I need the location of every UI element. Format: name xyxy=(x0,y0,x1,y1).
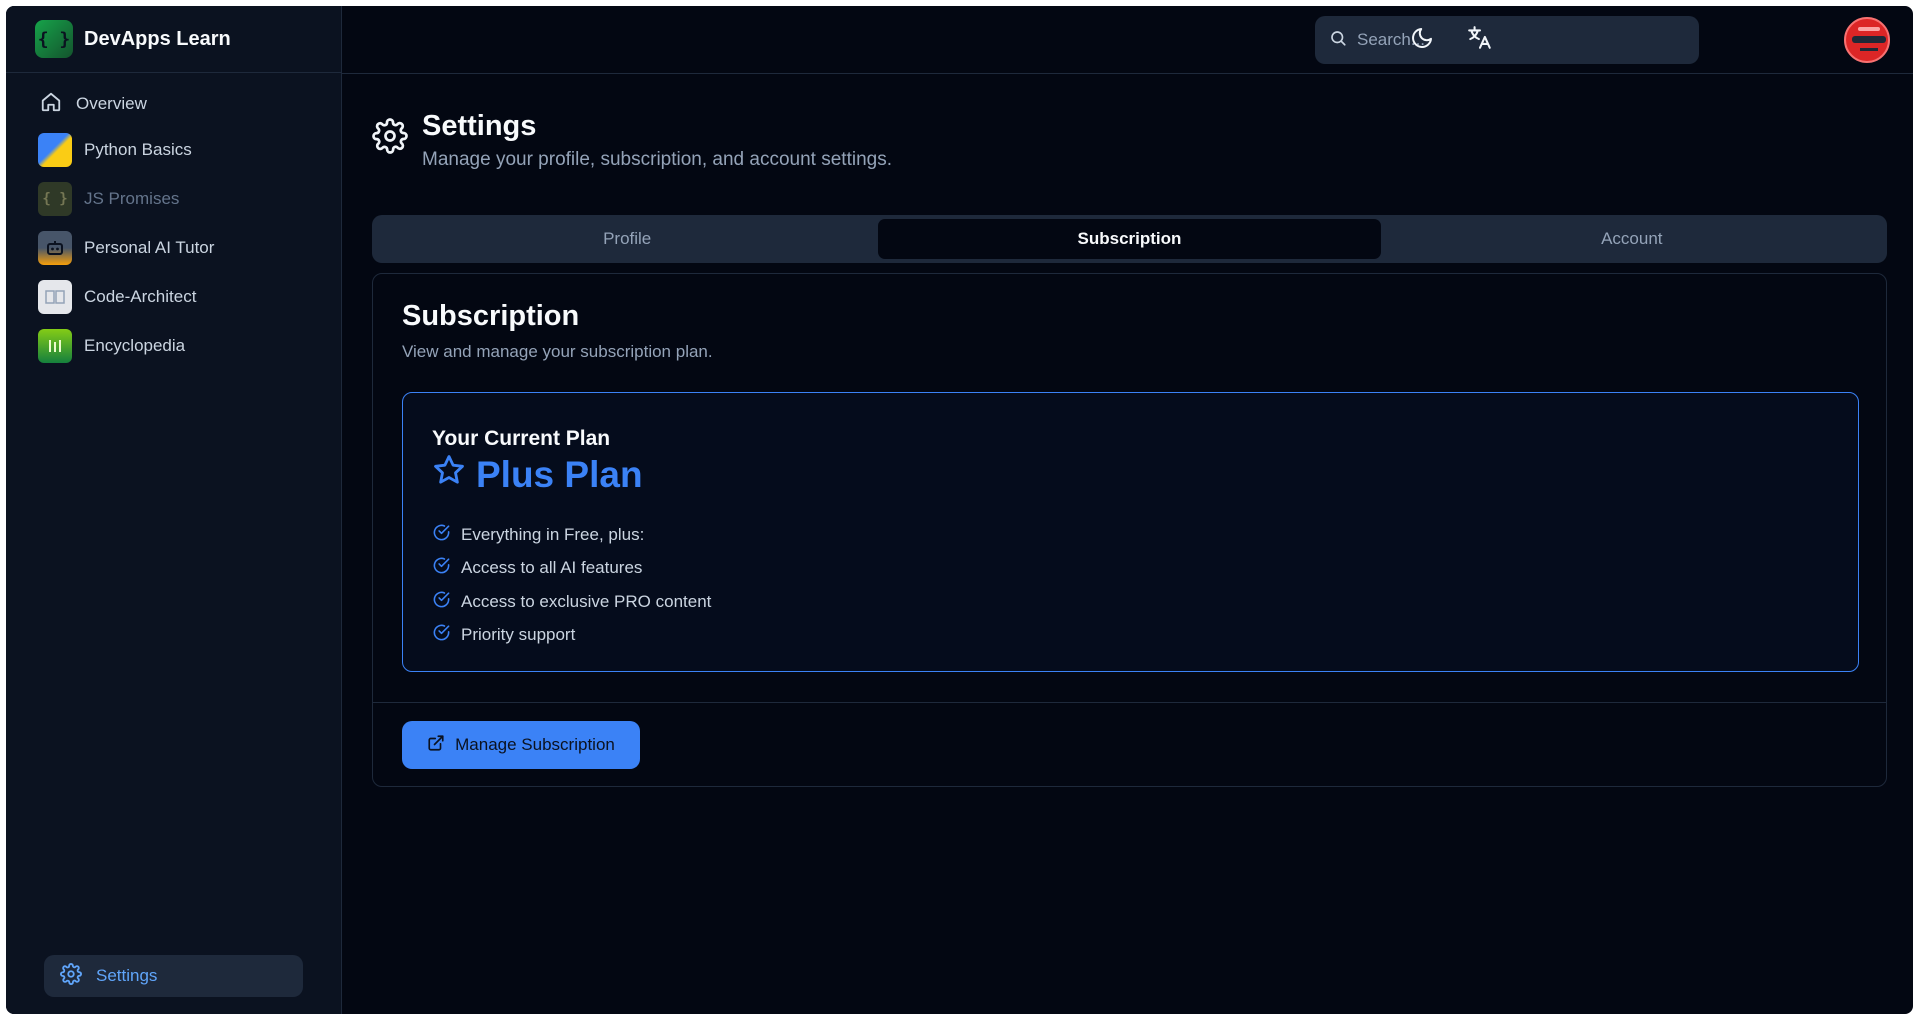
sidebar-item-overview[interactable]: Overview xyxy=(6,83,341,125)
sidebar-item-js-promises[interactable]: { } JS Promises xyxy=(6,174,341,223)
page-header-text: Settings Manage your profile, subscripti… xyxy=(422,110,892,171)
moon-icon xyxy=(1410,26,1434,55)
tab-subscription[interactable]: Subscription xyxy=(878,219,1381,259)
sidebar-item-label: Encyclopedia xyxy=(84,335,186,355)
card-title: Subscription xyxy=(402,300,580,332)
sidebar-item-personal-ai-tutor[interactable]: Personal AI Tutor xyxy=(6,223,341,272)
sidebar-item-label: Settings xyxy=(96,966,158,985)
feature-text: Priority support xyxy=(461,625,576,645)
plan-features: Everything in Free, plus: Access to all … xyxy=(432,518,711,652)
page-subtitle: Manage your profile, subscription, and a… xyxy=(422,149,892,170)
js-thumbnail: { } xyxy=(38,181,72,216)
feature-text: Access to exclusive PRO content xyxy=(461,591,712,611)
main-content: Settings Manage your profile, subscripti… xyxy=(342,74,1913,1014)
gear-icon xyxy=(60,962,82,990)
brand[interactable]: { } DevApps Learn xyxy=(6,6,341,73)
search-box[interactable] xyxy=(1315,16,1699,64)
sidebar-item-python-basics[interactable]: Python Basics xyxy=(6,125,341,174)
manage-subscription-label: Manage Subscription xyxy=(455,735,615,754)
plan-name: Plus Plan xyxy=(432,453,643,496)
check-circle-icon xyxy=(432,590,451,614)
sidebar-item-label: Python Basics xyxy=(84,139,192,159)
list-item: Access to all AI features xyxy=(432,552,711,586)
sidebar-item-label: Overview xyxy=(76,94,147,113)
sidebar: { } DevApps Learn Overview Python Basics… xyxy=(6,6,342,1014)
app-window: { } DevApps Learn Overview Python Basics… xyxy=(6,6,1913,1014)
current-plan-box: Your Current Plan Plus Plan Everything i… xyxy=(402,392,1859,672)
encyclopedia-thumbnail xyxy=(38,328,72,363)
check-circle-icon xyxy=(432,523,451,547)
search-input[interactable] xyxy=(1357,30,1677,50)
page-title: Settings xyxy=(422,110,537,142)
plan-name-text: Plus Plan xyxy=(476,453,643,495)
sidebar-nav: Overview Python Basics { } JS Promises P… xyxy=(6,73,341,370)
search-icon xyxy=(1329,29,1347,52)
code-architect-thumbnail xyxy=(38,279,72,314)
feature-text: Access to all AI features xyxy=(461,558,643,578)
manage-subscription-button[interactable]: Manage Subscription xyxy=(402,721,640,769)
list-item: Priority support xyxy=(432,619,711,653)
sidebar-item-label: Personal AI Tutor xyxy=(84,237,215,257)
list-item: Everything in Free, plus: xyxy=(432,518,711,552)
external-link-icon xyxy=(427,734,445,757)
card-description: View and manage your subscription plan. xyxy=(402,342,713,361)
avatar[interactable] xyxy=(1844,17,1890,63)
page-header: Settings Manage your profile, subscripti… xyxy=(372,110,892,171)
brand-name: DevApps Learn xyxy=(84,27,231,50)
star-icon xyxy=(432,453,466,496)
check-circle-icon xyxy=(432,556,451,580)
feature-text: Everything in Free, plus: xyxy=(461,524,645,544)
topbar xyxy=(342,6,1913,74)
settings-gear-icon xyxy=(372,118,408,171)
theme-toggle-button[interactable] xyxy=(1408,26,1436,54)
language-button[interactable] xyxy=(1466,25,1494,56)
settings-tabs: Profile Subscription Account xyxy=(372,215,1887,263)
home-icon xyxy=(40,91,62,118)
translate-icon xyxy=(1467,25,1493,56)
brand-logo: { } xyxy=(35,20,73,58)
robot-thumbnail xyxy=(38,230,72,265)
sidebar-item-label: JS Promises xyxy=(84,188,180,208)
list-item: Access to exclusive PRO content xyxy=(432,585,711,619)
current-plan-label: Your Current Plan xyxy=(432,427,611,450)
check-circle-icon xyxy=(432,623,451,647)
sidebar-item-label: Code-Architect xyxy=(84,286,197,306)
tab-account[interactable]: Account xyxy=(1381,219,1883,259)
tab-profile[interactable]: Profile xyxy=(376,219,878,259)
sidebar-item-code-architect[interactable]: Code-Architect xyxy=(6,272,341,321)
subscription-card: Subscription View and manage your subscr… xyxy=(372,273,1887,787)
card-divider xyxy=(373,702,1886,703)
python-thumbnail xyxy=(38,132,72,167)
sidebar-item-encyclopedia[interactable]: Encyclopedia xyxy=(6,321,341,370)
sidebar-item-settings[interactable]: Settings xyxy=(44,955,303,997)
